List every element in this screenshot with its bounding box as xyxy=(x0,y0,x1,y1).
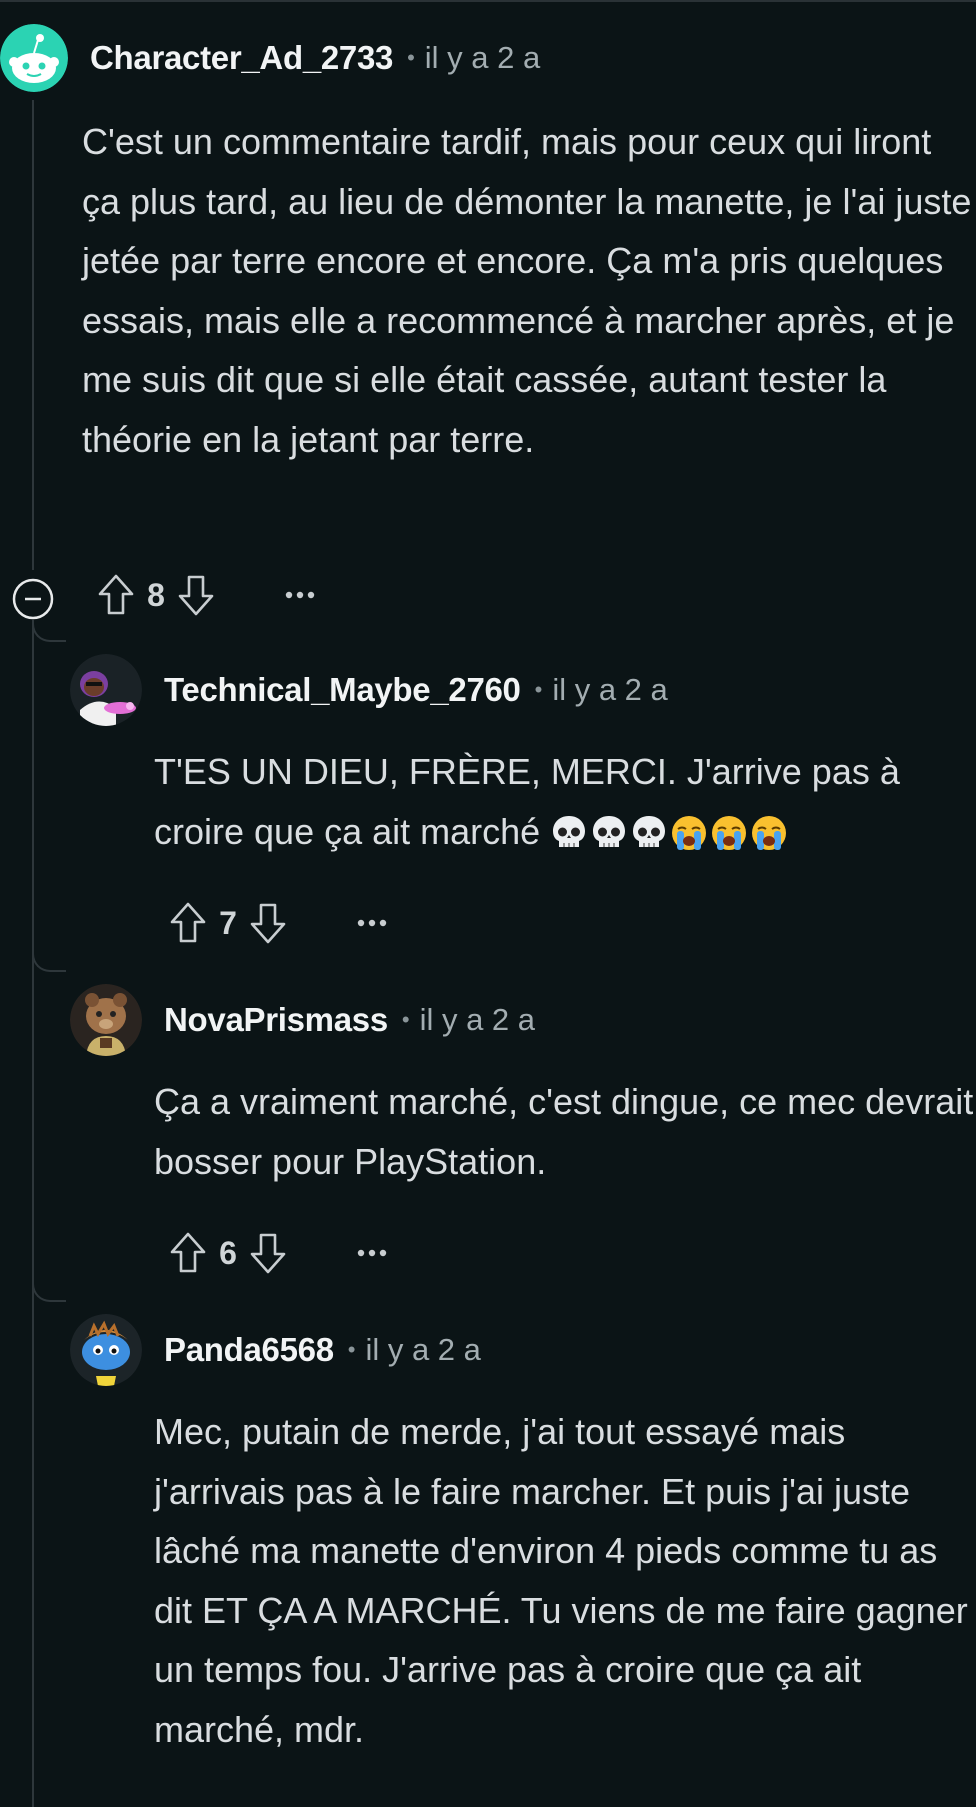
timestamp: il y a 2 a xyxy=(419,1002,536,1037)
downvote-button[interactable] xyxy=(244,898,292,948)
ellipsis-icon xyxy=(357,919,387,927)
separator-dot: • xyxy=(401,1007,410,1032)
username[interactable]: Character_Ad_2733 xyxy=(90,39,393,77)
minus-circle-icon xyxy=(12,578,54,620)
avatar[interactable] xyxy=(0,24,68,92)
username[interactable]: Panda6568 xyxy=(164,1331,334,1369)
more-options-button[interactable] xyxy=(280,570,320,620)
timestamp: il y a 2 a xyxy=(552,672,668,707)
more-options-button[interactable] xyxy=(352,898,392,948)
downvote-arrow-icon xyxy=(250,903,286,944)
more-options-button[interactable] xyxy=(352,1228,392,1278)
username[interactable]: Technical_Maybe_2760 xyxy=(164,671,521,709)
thread-elbow-reply-1 xyxy=(32,620,66,642)
skull-emoji-icon xyxy=(633,815,666,847)
comment-header: Character_Ad_2733 • il y a 2 a xyxy=(0,24,540,92)
comment-header: NovaPrismass • il y a 2 a xyxy=(70,984,535,1056)
loudly-crying-emoji-icon xyxy=(712,815,747,850)
timestamp: il y a 2 a xyxy=(365,1332,481,1367)
upvote-button[interactable] xyxy=(92,570,140,620)
comment-actions: 7 xyxy=(164,898,392,948)
upvote-arrow-icon xyxy=(170,1232,206,1273)
username[interactable]: NovaPrismass xyxy=(164,1001,388,1039)
loudly-crying-emoji-icon xyxy=(752,815,787,850)
loudly-crying-emoji-icon xyxy=(672,815,707,850)
separator-dot: • xyxy=(407,45,415,70)
comment-body: Ça a vraiment marché, c'est dingue, ce m… xyxy=(154,1081,974,1182)
user-avatar-icon xyxy=(70,654,142,726)
comment-actions: 6 xyxy=(164,1228,392,1278)
downvote-button[interactable] xyxy=(172,570,220,620)
snoo-avatar-icon xyxy=(0,24,68,92)
upvote-button[interactable] xyxy=(164,1228,212,1278)
skull-emoji-icon xyxy=(593,815,626,847)
comment-body: Mec, putain de merde, j'ai tout essayé m… xyxy=(154,1411,968,1750)
comment-body: C'est un commentaire tardif, mais pour c… xyxy=(82,121,972,460)
vote-score: 8 xyxy=(147,576,165,613)
thread-line-parent[interactable] xyxy=(32,100,34,570)
downvote-button[interactable] xyxy=(244,1228,292,1278)
avatar[interactable] xyxy=(70,984,142,1056)
upvote-arrow-icon xyxy=(170,902,206,943)
user-avatar-icon xyxy=(70,984,142,1056)
comment-header: Technical_Maybe_2760 • il y a 2 a xyxy=(70,654,668,726)
upvote-arrow-icon xyxy=(98,574,134,615)
avatar[interactable] xyxy=(70,1314,142,1386)
separator-dot: • xyxy=(534,677,543,702)
upvote-button[interactable] xyxy=(164,898,212,948)
downvote-arrow-icon xyxy=(250,1233,286,1274)
user-avatar-icon xyxy=(70,1314,142,1386)
thread-elbow-reply-3 xyxy=(32,1280,66,1302)
timestamp: il y a 2 a xyxy=(424,40,541,75)
avatar[interactable] xyxy=(70,654,142,726)
ellipsis-icon xyxy=(285,591,315,599)
top-divider xyxy=(0,0,976,2)
vote-score: 6 xyxy=(219,1234,237,1271)
comment-body: T'ES UN DIEU, FRÈRE, MERCI. J'arrive pas… xyxy=(154,742,974,861)
ellipsis-icon xyxy=(357,1249,387,1257)
comment-actions: 8 xyxy=(92,570,320,620)
thread-line-replies[interactable] xyxy=(32,624,34,1807)
separator-dot: • xyxy=(347,1337,356,1362)
thread-elbow-reply-2 xyxy=(32,950,66,972)
vote-score: 7 xyxy=(219,904,237,941)
emoji-group xyxy=(550,811,790,852)
downvote-arrow-icon xyxy=(178,575,214,616)
collapse-thread-button[interactable] xyxy=(12,578,54,620)
comment-header: Panda6568 • il y a 2 a xyxy=(70,1314,481,1386)
skull-emoji-icon xyxy=(553,815,586,847)
